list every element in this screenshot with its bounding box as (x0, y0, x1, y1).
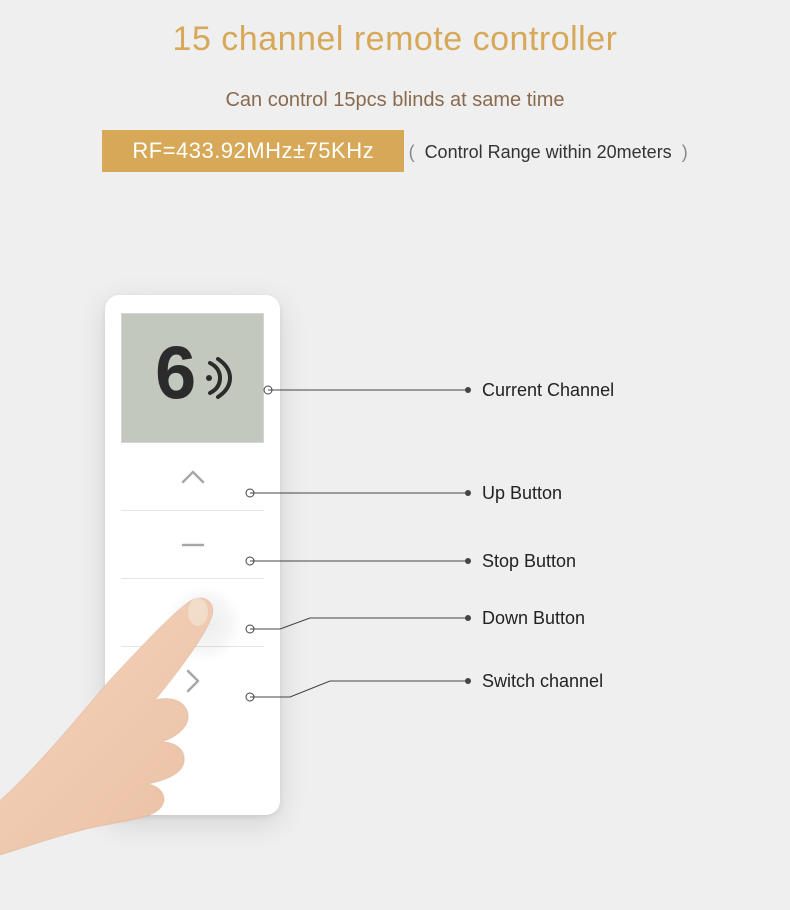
header: 15 channel remote controller Can control… (0, 0, 790, 192)
label-up-button: Up Button (482, 483, 562, 503)
label-current-channel: Current Channel (482, 380, 614, 400)
label-stop-button: Stop Button (482, 551, 576, 571)
control-range-text: Control Range within 20meters (425, 142, 672, 163)
lcd-screen: 6 (121, 313, 264, 443)
remote-controller: 6 (105, 295, 280, 815)
chevron-up-icon (180, 468, 206, 486)
paren-right: ) (682, 142, 688, 163)
rf-badge: RF=433.92MHz±75KHz (102, 130, 404, 172)
switch-channel-button[interactable] (121, 647, 264, 715)
page-title: 15 channel remote controller (0, 20, 790, 59)
up-button[interactable] (121, 443, 264, 511)
signal-icon (206, 357, 232, 399)
channel-number: 6 (153, 339, 197, 417)
label-switch-channel: Switch channel (482, 671, 603, 691)
chevron-down-icon (180, 604, 206, 622)
control-range: ( Control Range within 20meters ) (409, 142, 688, 163)
chevron-right-icon (184, 668, 202, 694)
paren-left: ( (409, 142, 415, 163)
label-down-button: Down Button (482, 608, 585, 628)
minus-icon (180, 542, 206, 548)
subtitle: Can control 15pcs blinds at same time (0, 89, 790, 112)
stop-button[interactable] (121, 511, 264, 579)
down-button[interactable] (121, 579, 264, 647)
